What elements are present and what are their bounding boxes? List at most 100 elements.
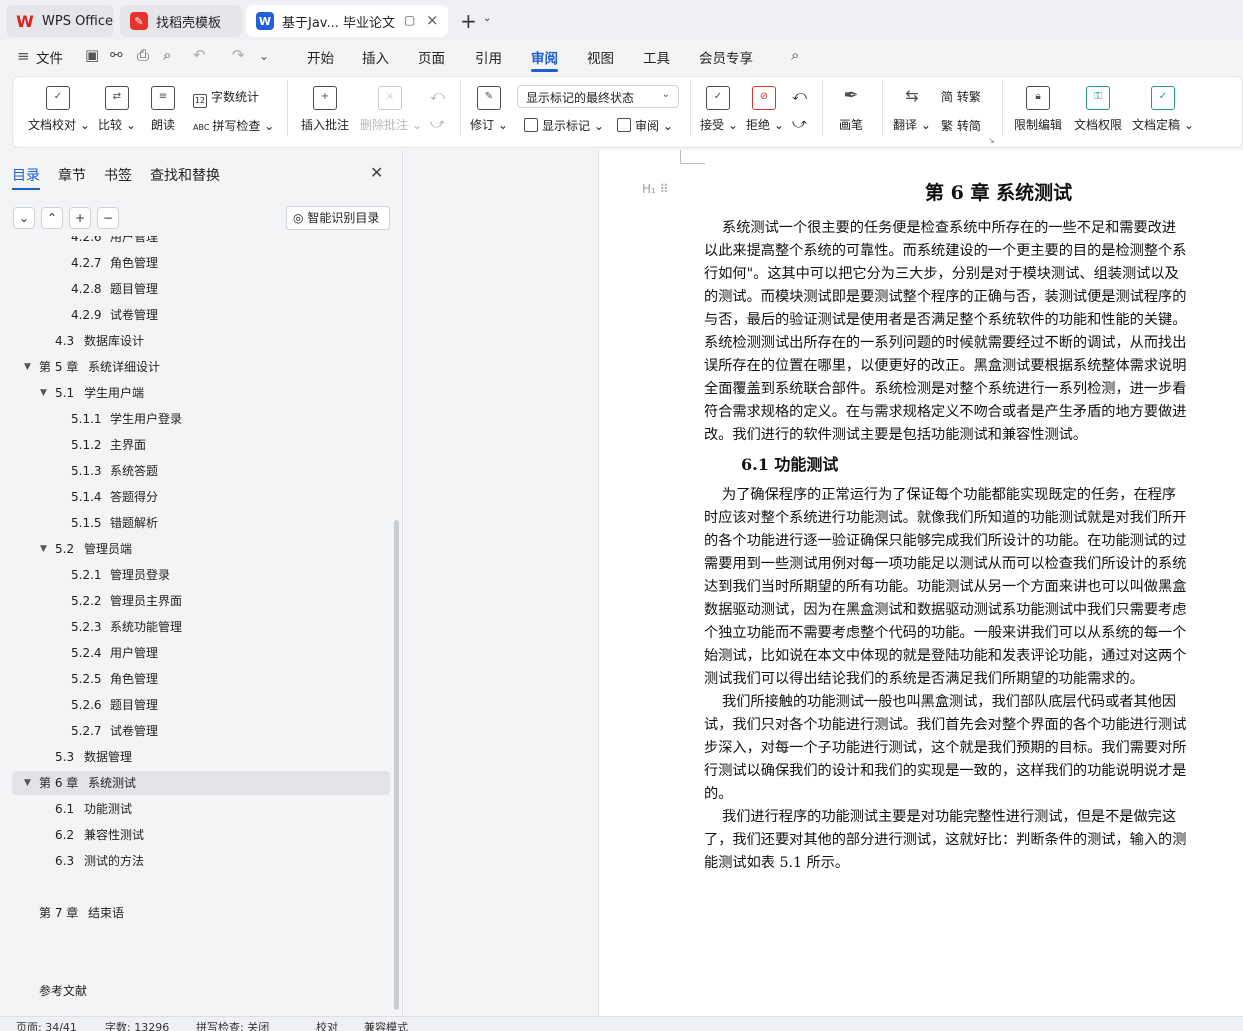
toc-item[interactable]: 5.2.1 管理员登录 bbox=[71, 562, 170, 588]
heading-handle-icon[interactable]: H₁ ⠿ bbox=[642, 182, 668, 196]
toc-item[interactable]: 5.2.5 角色管理 bbox=[71, 666, 158, 692]
toc-item-title: 系统详细设计 bbox=[88, 360, 161, 374]
toc-item[interactable]: 5.3 数据管理 bbox=[55, 744, 132, 770]
smart-toc-button[interactable]: ◎ 智能识别目录 bbox=[286, 206, 390, 230]
delete-comment-button[interactable]: × 删除批注 ⌄ bbox=[360, 86, 422, 133]
menu-page[interactable]: 页面 bbox=[418, 47, 445, 67]
menu-view[interactable]: 视图 bbox=[587, 47, 614, 67]
panel-tab-bookmark[interactable]: 书签 bbox=[104, 165, 132, 185]
menu-insert[interactable]: 插入 bbox=[362, 47, 389, 67]
toc-item[interactable]: 4.3 数据库设计 bbox=[55, 328, 144, 354]
add-heading-icon[interactable]: + bbox=[69, 207, 91, 229]
redo-icon[interactable]: ↷ bbox=[232, 46, 245, 64]
toc-item[interactable]: 4.2.7 角色管理 bbox=[71, 250, 158, 276]
markup-state-select[interactable]: 显示标记的最终状态 ⌄ bbox=[517, 85, 679, 108]
menu-member[interactable]: 会员专享 bbox=[699, 47, 753, 67]
revise-button[interactable]: ✎ 修订 ⌄ bbox=[470, 86, 508, 133]
toc-item[interactable]: 参考文献 bbox=[39, 978, 88, 1004]
menu-tools[interactable]: 工具 bbox=[643, 47, 670, 67]
to-simplified-button[interactable]: 繁 转简 bbox=[941, 117, 981, 134]
menu-file[interactable]: 文件 bbox=[36, 47, 63, 67]
menu-review[interactable]: 审阅 bbox=[531, 47, 558, 67]
toc-scrollbar[interactable] bbox=[394, 520, 399, 1010]
text-line: 达到我们当时所期望的所有功能。功能测试从另一个方面来讲也可以叫做黑盒 bbox=[704, 579, 1187, 595]
doc-finalize-button[interactable]: ✓ 文档定稿 ⌄ bbox=[1132, 86, 1194, 133]
pen-button[interactable]: ✒ 画笔 bbox=[836, 86, 866, 133]
status-spell[interactable]: 拼写检查: 关闭 bbox=[196, 1019, 269, 1031]
tab-template[interactable]: ✎ 找稻壳模板 bbox=[120, 5, 242, 37]
toc-item[interactable]: 5.2.6 题目管理 bbox=[71, 692, 158, 718]
comment-add-icon: + bbox=[313, 86, 337, 110]
toc-item[interactable]: 5.2.3 系统功能管理 bbox=[71, 614, 182, 640]
show-markup-button[interactable]: 显示标记 ⌄ bbox=[524, 117, 604, 134]
undo-icon[interactable]: ↶ bbox=[193, 46, 206, 64]
toc-item[interactable]: 5.1.4 答题得分 bbox=[71, 484, 158, 510]
collapse-up-icon[interactable]: ⌃ bbox=[41, 207, 63, 229]
more-chevron-icon[interactable]: ⌄ bbox=[259, 49, 269, 63]
status-words[interactable]: 字数: 13296 bbox=[105, 1019, 169, 1031]
close-panel-icon[interactable]: ✕ bbox=[370, 163, 383, 182]
print-icon[interactable]: ⎙ bbox=[137, 46, 149, 64]
toc-item[interactable]: ▼ 第 6 章系统测试 bbox=[24, 770, 136, 796]
toc-item[interactable]: 5.1.1 学生用户登录 bbox=[71, 406, 182, 432]
toc-item[interactable]: 4.2.8 题目管理 bbox=[71, 276, 158, 302]
doc-permission-button[interactable]: ⚿ 文档权限 bbox=[1072, 86, 1124, 133]
toc-item[interactable]: 5.1.2 主界面 bbox=[71, 432, 146, 458]
panel-tab-toc[interactable]: 目录 bbox=[12, 165, 40, 185]
toc-item[interactable]: 5.1.3 系统答题 bbox=[71, 458, 158, 484]
tab-wps-office[interactable]: W WPS Office bbox=[6, 5, 114, 37]
toc-item[interactable]: 4.2.9 试卷管理 bbox=[71, 302, 158, 328]
translate-button[interactable]: ⇆ 翻译 ⌄ bbox=[893, 86, 931, 133]
toc-item[interactable]: ▼ 第 5 章系统详细设计 bbox=[24, 354, 161, 380]
tab-document[interactable]: W 基于Jav... 毕业论文 ▢ × bbox=[246, 5, 448, 37]
link-icon[interactable]: ⚯ bbox=[110, 46, 123, 64]
panel-tab-chapter[interactable]: 章节 bbox=[58, 165, 86, 185]
doc-check-button[interactable]: ✓ 文档校对 ⌄ bbox=[28, 86, 90, 133]
accept-button[interactable]: ✓ 接受 ⌄ bbox=[700, 86, 738, 133]
toc-item[interactable]: 5.2.4 用户管理 bbox=[71, 640, 158, 666]
new-tab-icon[interactable]: + bbox=[460, 9, 477, 33]
toc-item[interactable]: 5.2.2 管理员主界面 bbox=[71, 588, 182, 614]
reject-button[interactable]: ⊘ 拒绝 ⌄ bbox=[746, 86, 784, 133]
next-change-icon[interactable]: ⤻ bbox=[792, 116, 807, 132]
float-window-icon[interactable]: ▢ bbox=[404, 13, 415, 27]
toc-item[interactable]: 5.2.7 试卷管理 bbox=[71, 718, 158, 744]
dialog-launcher-icon[interactable]: ↘ bbox=[988, 136, 995, 145]
menu-home[interactable]: 开始 bbox=[307, 47, 334, 67]
compare-button[interactable]: ⇄ 比较 ⌄ bbox=[97, 86, 137, 133]
toc-item[interactable]: 4.2.6 用户管理 bbox=[71, 236, 158, 250]
review-pane-button[interactable]: 审阅 ⌄ bbox=[617, 117, 673, 134]
search-icon[interactable]: ⌕ bbox=[791, 46, 799, 64]
expand-arrow-icon[interactable]: ▼ bbox=[40, 380, 47, 406]
toc-item[interactable]: 6.1 功能测试 bbox=[55, 796, 132, 822]
remove-heading-icon[interactable]: − bbox=[97, 207, 119, 229]
menu-reference[interactable]: 引用 bbox=[475, 47, 502, 67]
panel-tab-find-replace[interactable]: 查找和替换 bbox=[150, 165, 220, 185]
print-preview-icon[interactable]: ⌕ bbox=[163, 46, 171, 64]
next-comment-icon[interactable]: ⤻ bbox=[430, 116, 445, 132]
expand-arrow-icon[interactable]: ▼ bbox=[24, 354, 31, 380]
expand-arrow-icon[interactable]: ▼ bbox=[24, 770, 31, 796]
collapse-down-icon[interactable]: ⌄ bbox=[13, 207, 35, 229]
toc-item[interactable]: 第 7 章结束语 bbox=[39, 900, 124, 926]
toc-item[interactable]: ▼ 5.1 学生用户端 bbox=[40, 380, 144, 406]
prev-change-icon[interactable]: ⤺ bbox=[792, 88, 807, 104]
insert-comment-button[interactable]: + 插入批注 bbox=[300, 86, 350, 133]
chevron-down-icon[interactable]: ⌄ bbox=[483, 13, 491, 24]
status-proof[interactable]: 校对 bbox=[316, 1019, 338, 1031]
close-tab-icon[interactable]: × bbox=[426, 11, 439, 29]
restrict-edit-button[interactable]: 🔒︎ 限制编辑 bbox=[1012, 86, 1064, 133]
toc-item[interactable]: 5.1.5 错题解析 bbox=[71, 510, 158, 536]
hamburger-icon[interactable]: ≡ bbox=[17, 47, 30, 65]
expand-arrow-icon[interactable]: ▼ bbox=[40, 536, 47, 562]
save-icon[interactable]: ▣ bbox=[85, 46, 99, 64]
spell-check-button[interactable]: ABC 拼写检查 ⌄ bbox=[193, 117, 274, 134]
toc-item[interactable]: 6.2 兼容性测试 bbox=[55, 822, 144, 848]
read-aloud-button[interactable]: ≡ 朗读 bbox=[147, 86, 179, 133]
toc-item[interactable]: 6.3 测试的方法 bbox=[55, 848, 144, 874]
word-count-button[interactable]: 12 字数统计 bbox=[193, 88, 259, 108]
to-traditional-button[interactable]: 简 转繁 bbox=[941, 88, 981, 105]
toc-item[interactable]: ▼ 5.2 管理员端 bbox=[40, 536, 132, 562]
prev-comment-icon[interactable]: ⤺ bbox=[430, 88, 445, 104]
status-page[interactable]: 页面: 34/41 bbox=[16, 1019, 77, 1031]
